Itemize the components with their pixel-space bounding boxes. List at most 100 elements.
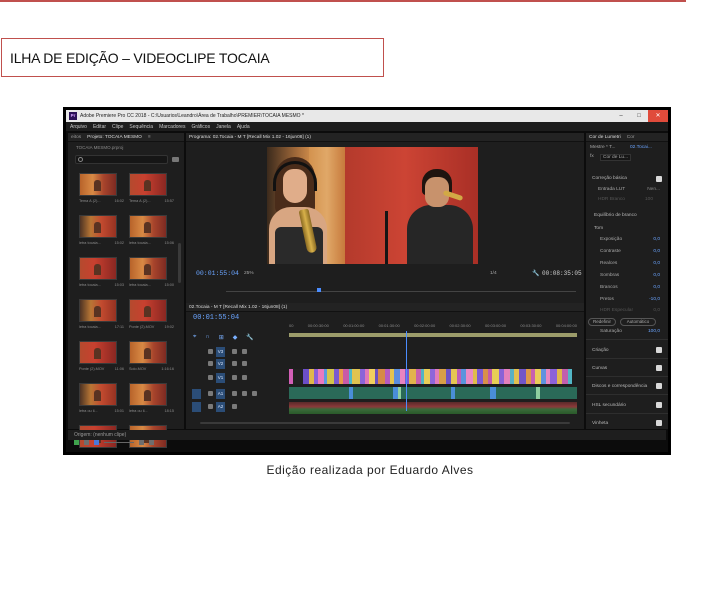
nest-icon[interactable]: ⌖ <box>193 334 196 341</box>
thumbnail-item[interactable]: letra tocaia... 15:06 <box>129 215 174 251</box>
audio-clip[interactable] <box>353 387 393 399</box>
timeline-timecode[interactable]: 00:01:55:04 <box>193 314 239 322</box>
thumbnail-item[interactable]: Solo.MOV 1:16:16 <box>129 341 174 377</box>
thumbnail-item[interactable]: Tema A.(2)... 15:57 <box>129 173 174 209</box>
solo-icon[interactable] <box>242 391 247 396</box>
program-playhead-handle[interactable] <box>317 288 321 292</box>
eye-icon[interactable] <box>242 361 247 366</box>
lock-icon[interactable] <box>74 439 79 445</box>
settings-icon[interactable]: 🔧 <box>532 270 539 277</box>
menu-ajuda[interactable]: Ajuda <box>237 124 250 130</box>
lock-icon[interactable] <box>208 375 213 380</box>
clip[interactable] <box>568 369 572 384</box>
thumbnail-item[interactable]: Ponte (2).MOV 11:06 <box>79 341 124 377</box>
menu-graficos[interactable]: Gráficos <box>191 124 210 130</box>
tab-effects[interactable]: eitos <box>71 135 81 140</box>
master-clip-label[interactable]: Mestre * T... <box>590 145 616 150</box>
thumbnail-item[interactable]: letra tocaia... 17:11 <box>79 299 124 335</box>
zoom-slider[interactable] <box>104 441 134 443</box>
snap-icon[interactable]: ∩ <box>205 334 209 341</box>
audio-clip[interactable] <box>496 387 536 399</box>
thumbnail-item[interactable]: Tema A.(2)... 16:02 <box>79 173 124 209</box>
source-patch[interactable] <box>192 402 201 412</box>
track-label[interactable]: V3 <box>216 347 225 357</box>
thumbnail-item[interactable]: letra tocaia... 15:02 <box>79 215 124 251</box>
menu-sequencia[interactable]: Sequência <box>129 124 153 130</box>
sort-icon[interactable] <box>139 439 144 445</box>
mute-icon[interactable] <box>232 391 237 396</box>
linked-selection-icon[interactable]: ⊞ <box>219 334 224 341</box>
tab-color[interactable]: Cor <box>627 135 635 140</box>
sync-lock-icon[interactable] <box>232 349 237 354</box>
clip[interactable] <box>409 369 416 384</box>
mute-icon[interactable] <box>232 404 237 409</box>
color-wheels-checkbox[interactable] <box>656 383 662 389</box>
eye-icon[interactable] <box>242 349 247 354</box>
menu-marcadores[interactable]: Marcadores <box>159 124 185 130</box>
tone-value[interactable]: 0,0 <box>653 273 660 278</box>
effect-dropdown[interactable]: Cor de Lu... <box>600 154 632 161</box>
section-curves[interactable]: Curvas <box>592 366 607 371</box>
audio-clip[interactable] <box>289 387 349 399</box>
thumbnail-item[interactable]: letra ou il... 15:01 <box>79 383 124 419</box>
thumbnail-item[interactable]: letra ou il... 18:15 <box>129 383 174 419</box>
clip[interactable] <box>519 369 526 384</box>
source-patch[interactable] <box>192 389 201 399</box>
auto-button[interactable]: Automático <box>620 318 656 326</box>
resolution-fraction[interactable]: 1/4 <box>490 271 497 276</box>
close-button[interactable]: ✕ <box>648 110 668 122</box>
saturation-value[interactable]: 100,0 <box>648 329 660 334</box>
lock-icon[interactable] <box>208 361 213 366</box>
timeline-scrollbar-thumb[interactable] <box>200 422 570 424</box>
track-label[interactable]: V2 <box>216 359 225 369</box>
tab-program[interactable]: Programa: 02.Tocaia - M T [Recall Mix 1.… <box>189 135 311 140</box>
reset-button[interactable]: Redefinir <box>588 318 616 326</box>
clip-name[interactable]: 02.Tocai... <box>630 145 652 150</box>
minimize-button[interactable]: – <box>612 110 630 122</box>
sync-lock-icon[interactable] <box>232 361 237 366</box>
clip[interactable] <box>550 369 557 384</box>
tab-lumetri-color[interactable]: Cor de Lumetri <box>589 135 621 140</box>
mic-icon[interactable] <box>252 391 257 396</box>
project-search-input[interactable] <box>75 155 168 164</box>
program-scrub-bar[interactable] <box>226 291 576 292</box>
curves-checkbox[interactable] <box>656 365 662 371</box>
section-tone[interactable]: Tom <box>594 226 603 231</box>
work-area-bar[interactable] <box>289 333 577 337</box>
source-monitor-label[interactable]: Origem: (nenhum clipe) <box>74 432 126 438</box>
lock-icon[interactable] <box>208 349 213 354</box>
clip[interactable] <box>439 369 446 384</box>
section-basic-correction[interactable]: Correção básica <box>592 176 627 181</box>
menu-editar[interactable]: Editar <box>93 124 106 130</box>
icon-view-icon[interactable] <box>94 439 99 445</box>
tone-value[interactable]: 0,0 <box>653 237 660 242</box>
list-view-icon[interactable] <box>84 439 89 445</box>
lock-icon[interactable] <box>208 404 213 409</box>
eye-icon[interactable] <box>242 375 247 380</box>
thumbnail-item[interactable]: Ponte (2).MOV 19:02 <box>129 299 174 335</box>
menu-janela[interactable]: Janela <box>216 124 231 130</box>
section-white-balance[interactable]: Equilíbrio de branco <box>594 213 637 218</box>
hsl-secondary-checkbox[interactable] <box>656 402 662 408</box>
timeline-ruler[interactable]: 00 00:00:30:00 00:01:00:00 00:01:30:00 0… <box>289 323 577 331</box>
clip[interactable] <box>492 369 499 384</box>
tone-value[interactable]: -10,0 <box>649 297 660 302</box>
audio-waveform-track[interactable] <box>289 402 577 414</box>
audio-clip[interactable] <box>455 387 490 399</box>
lock-icon[interactable] <box>208 391 213 396</box>
panel-menu-icon[interactable]: ≡ <box>148 135 151 140</box>
tab-sequence[interactable]: 02.Tocaia - M T [Recall Mix 1.02 - 16jun… <box>189 305 287 310</box>
new-item-icon[interactable] <box>149 439 154 445</box>
clip[interactable] <box>466 369 473 384</box>
section-color-wheels[interactable]: Discos e correspondência <box>592 384 647 389</box>
track-label[interactable]: A1 <box>216 389 225 399</box>
zoom-level[interactable]: 25% <box>244 271 254 276</box>
program-timecode[interactable]: 00:01:55:04 <box>196 270 239 277</box>
thumbnail-item[interactable]: letra tocaia... 15:03 <box>79 257 124 293</box>
section-hsl-secondary[interactable]: HSL secundário <box>592 403 626 408</box>
maximize-button[interactable]: □ <box>630 110 648 122</box>
timeline-settings-icon[interactable]: 🔧 <box>246 334 253 341</box>
new-bin-icon[interactable] <box>172 157 179 162</box>
basic-correction-checkbox[interactable] <box>656 176 662 182</box>
timeline-playhead[interactable] <box>406 331 407 411</box>
